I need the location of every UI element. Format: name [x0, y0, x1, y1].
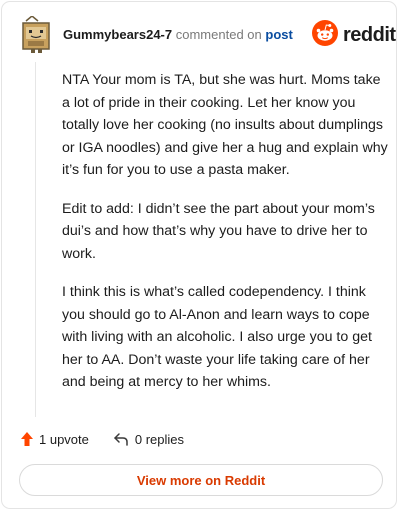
comment-paragraph: Edit to add: I didn’t see the part about… — [62, 200, 375, 262]
comment-paragraph: NTA Your mom is TA, but she was hurt. Mo… — [62, 72, 388, 178]
comment-footer: 1 upvote 0 replies — [20, 431, 184, 447]
reddit-logo-icon — [312, 19, 338, 51]
embedded-comment-card: Gummybears24-7 commented on post reddit … — [1, 1, 397, 509]
reddit-logo[interactable]: reddit — [312, 19, 396, 51]
comment-paragraph: I think this is what’s called codependen… — [62, 284, 372, 390]
thread-line — [35, 62, 36, 417]
avatar-icon[interactable] — [20, 15, 52, 54]
reply-arrow-icon — [113, 432, 129, 446]
replies-count: 0 replies — [134, 431, 185, 447]
upvote-count: 1 upvote — [39, 431, 89, 447]
post-link[interactable]: post — [265, 27, 292, 42]
replies-button[interactable]: 0 replies — [113, 432, 184, 447]
upvote-button[interactable]: 1 upvote — [20, 431, 89, 447]
view-more-on-reddit-button[interactable]: View more on Reddit — [19, 464, 383, 496]
upvote-arrow-icon — [20, 431, 34, 447]
reddit-wordmark: reddit — [343, 23, 396, 46]
comment-body: NTA Your mom is TA, but she was hurt. Mo… — [62, 69, 388, 410]
username-link[interactable]: Gummybears24-7 — [63, 27, 172, 42]
commented-on-text: commented on — [175, 27, 262, 42]
comment-header: Gummybears24-7 commented on post — [63, 27, 293, 43]
